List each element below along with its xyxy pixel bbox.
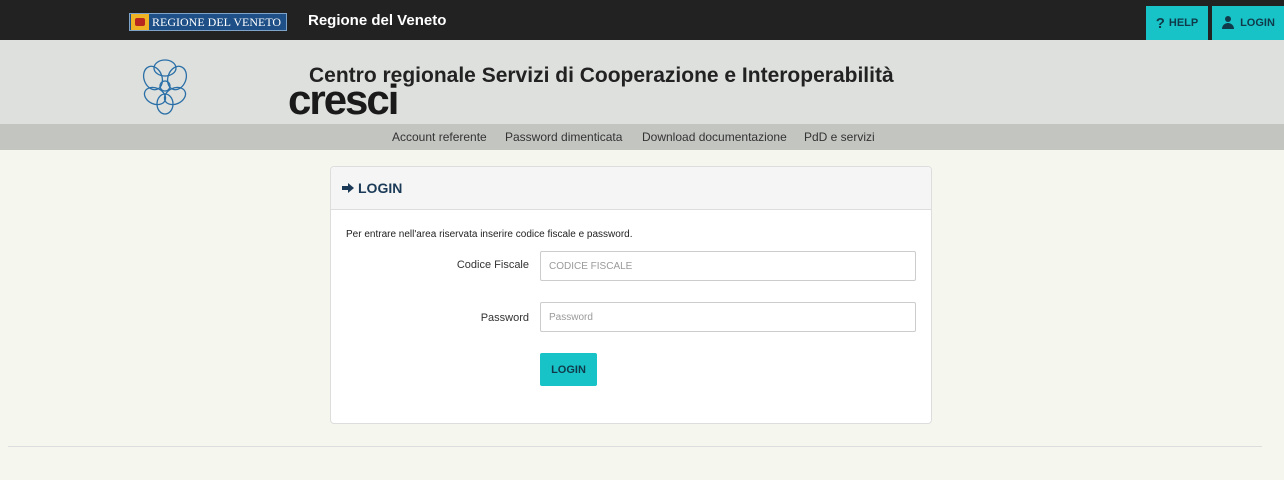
codice-fiscale-label: Codice Fiscale <box>456 259 529 271</box>
regione-logo-text: REGIONE DEL VENETO <box>152 14 282 29</box>
topbar-title[interactable]: Regione del Veneto <box>308 12 446 29</box>
regione-crest-icon <box>131 14 149 30</box>
cresci-flower-icon <box>142 59 188 115</box>
help-button[interactable]: ? HELP <box>1146 6 1208 40</box>
password-label: Password <box>480 312 529 324</box>
user-icon <box>1221 16 1235 30</box>
regione-veneto-logo[interactable]: REGIONE DEL VENETO <box>129 13 287 31</box>
codice-fiscale-input[interactable] <box>540 251 916 281</box>
nav-item-password-dimenticata[interactable]: Password dimenticata <box>505 130 622 144</box>
nav-item-pdd-servizi[interactable]: PdD e servizi <box>804 130 875 144</box>
top-login-button[interactable]: LOGIN <box>1212 6 1284 40</box>
question-icon: ? <box>1155 14 1165 32</box>
top-bar: REGIONE DEL VENETO Regione del Veneto ? … <box>0 0 1284 40</box>
nav-item-download-documentazione[interactable]: Download documentazione <box>642 130 787 144</box>
nav-item-account-referente[interactable]: Account referente <box>392 130 487 144</box>
header-band: cresci Centro regionale Servizi di Coope… <box>0 40 1284 124</box>
login-panel-title-wrap: LOGIN <box>341 180 402 196</box>
help-label: HELP <box>1168 17 1199 29</box>
nav-bar: Account referente Password dimenticata D… <box>0 124 1284 150</box>
login-panel-title: LOGIN <box>358 180 403 196</box>
login-intro-text: Per entrare nell'area riservata inserire… <box>346 229 633 240</box>
top-login-label: LOGIN <box>1240 17 1275 29</box>
login-panel: LOGIN Per entrare nell'area riservata in… <box>330 166 932 424</box>
site-title: Centro regionale Servizi di Cooperazione… <box>309 64 894 87</box>
login-submit-button[interactable]: LOGIN <box>540 353 597 386</box>
cresci-logo[interactable]: cresci <box>135 52 399 123</box>
password-input[interactable] <box>540 302 916 332</box>
sign-in-icon <box>341 182 357 194</box>
login-panel-header: LOGIN <box>331 167 931 210</box>
footer-divider <box>8 446 1262 447</box>
